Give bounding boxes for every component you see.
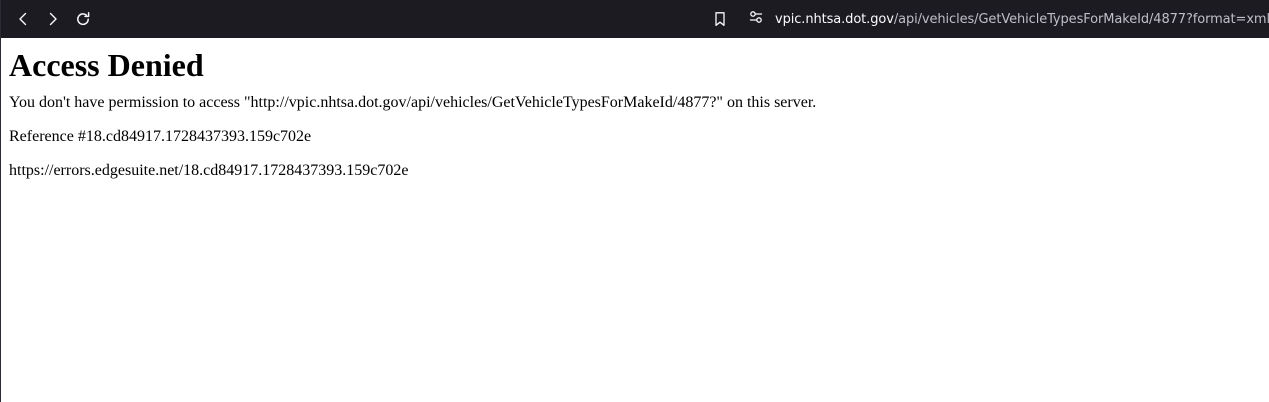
address-bar[interactable]: vpic.nhtsa.dot.gov/api/vehicles/GetVehic… xyxy=(741,3,1269,35)
bookmark-button[interactable] xyxy=(705,4,735,34)
url-path: /api/vehicles/GetVehicleTypesForMakeId/4… xyxy=(893,11,1269,27)
browser-toolbar: vpic.nhtsa.dot.gov/api/vehicles/GetVehic… xyxy=(1,0,1269,38)
url-text[interactable]: vpic.nhtsa.dot.gov/api/vehicles/GetVehic… xyxy=(775,12,1269,27)
error-url-text: https://errors.edgesuite.net/18.cd84917.… xyxy=(9,162,409,179)
site-info-button[interactable] xyxy=(743,5,769,33)
reference-text: Reference #18.cd84917.1728437393.159c702… xyxy=(9,128,312,145)
back-button[interactable] xyxy=(8,4,38,34)
chevron-left-icon xyxy=(15,11,31,27)
navigation-buttons xyxy=(8,4,98,34)
chevron-right-icon xyxy=(45,11,61,27)
reload-icon xyxy=(75,11,91,27)
error-message: You don't have permission to access "htt… xyxy=(9,94,817,111)
page-title: Access Denied xyxy=(9,47,204,83)
reload-button[interactable] xyxy=(68,4,98,34)
site-permissions-icon xyxy=(748,9,764,29)
url-domain: vpic.nhtsa.dot.gov xyxy=(774,11,894,27)
bookmark-icon xyxy=(712,11,728,27)
forward-button[interactable] xyxy=(38,4,68,34)
page-content: Access Denied You don't have permission … xyxy=(1,47,1269,180)
browser-window: vpic.nhtsa.dot.gov/api/vehicles/GetVehic… xyxy=(0,0,1269,402)
